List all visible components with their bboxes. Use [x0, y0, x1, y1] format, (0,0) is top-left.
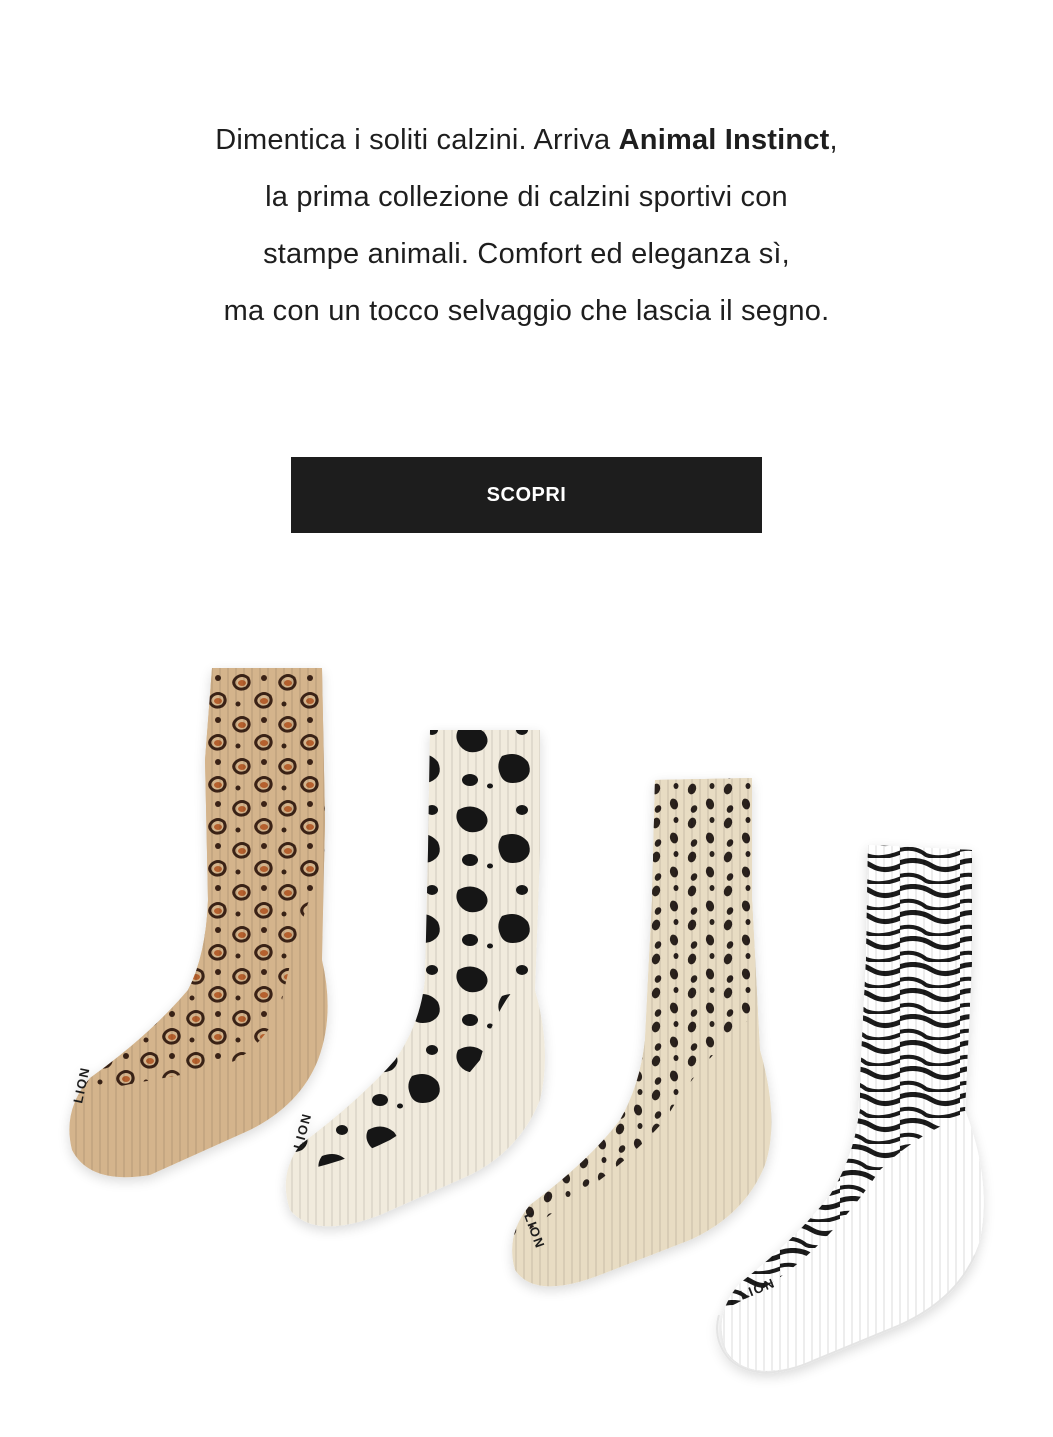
intro-line-1: Dimentica i soliti calzini. Arriva Anima…	[215, 124, 838, 156]
intro-line-2: la prima collezione di calzini sportivi …	[265, 181, 788, 213]
intro-text: Dimentica i soliti calzini. Arriva Anima…	[0, 112, 1053, 340]
scopri-button[interactable]: SCOPRI	[291, 457, 762, 533]
intro-line-3: stampe animali. Comfort ed eleganza sì,	[263, 238, 790, 270]
product-image-socks: LION LION LION LION	[0, 640, 1053, 1432]
collection-name: Animal Instinct	[618, 124, 830, 156]
intro-line-4: ma con un tocco selvaggio che lascia il …	[223, 295, 830, 327]
leopard-sock: LION	[69, 668, 328, 1178]
